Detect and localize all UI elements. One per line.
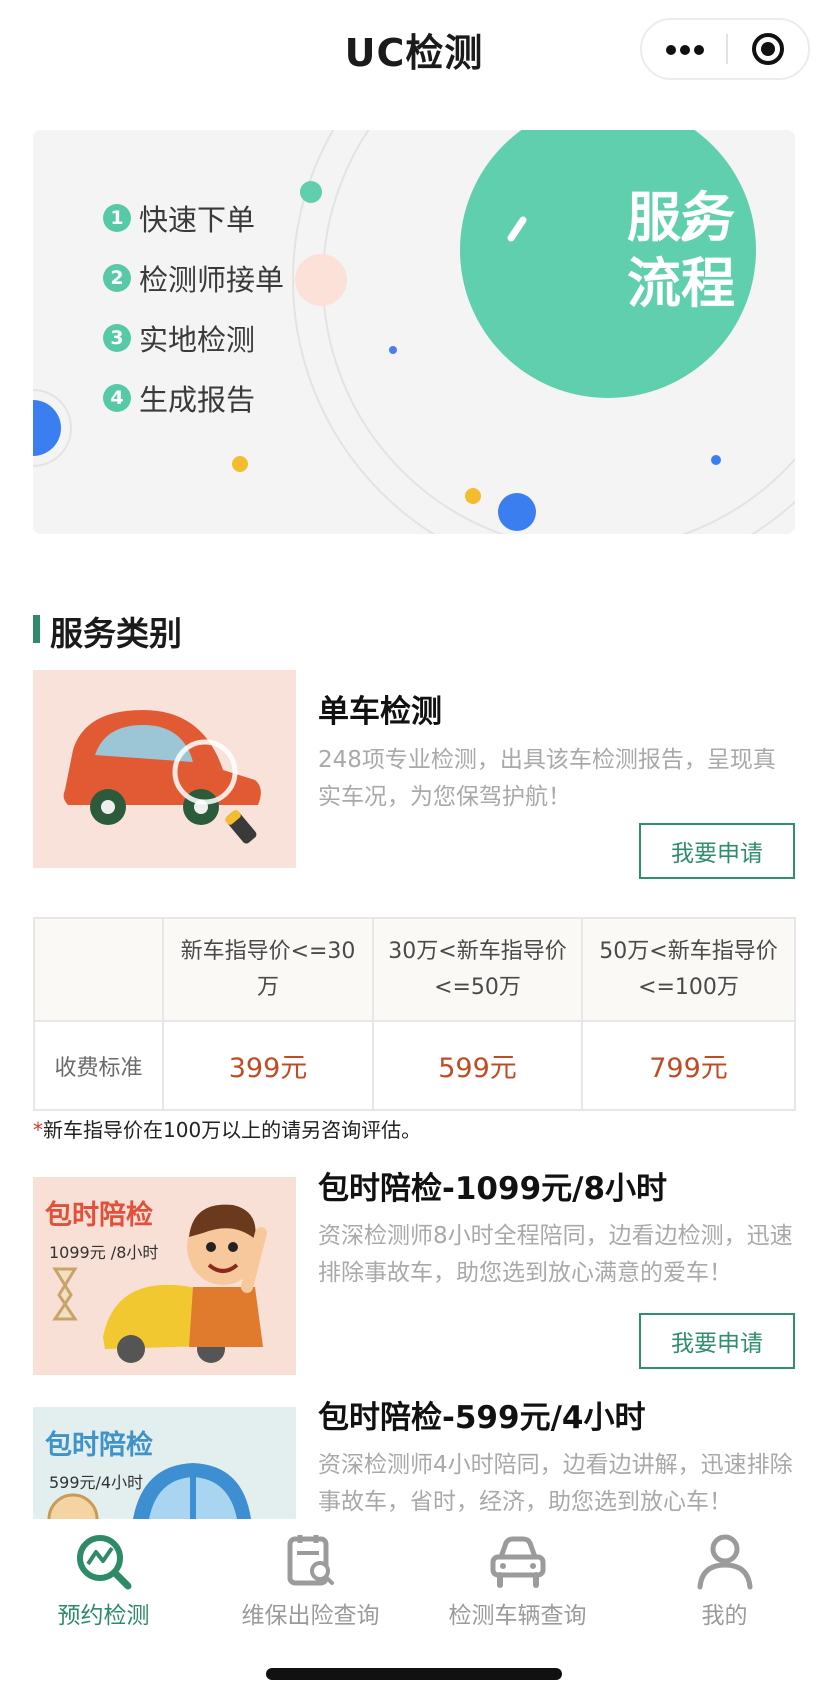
price-cell: 599元 [438,1053,517,1084]
banner-title-line1: 服务 [627,186,735,249]
table-header: 新车指导价<=30万 [164,919,372,1020]
service-process-banner[interactable]: 1 快速下单 2 检测师接单 3 实地检测 4 生成报告 服务 流程 [33,130,795,534]
single-car-inspection-image[interactable] [33,670,296,868]
tab-label: 检测车辆查询 [448,1603,587,1629]
tab-label: 预约检测 [57,1603,150,1629]
close-program-button[interactable] [728,20,808,78]
step-number-icon: 4 [103,384,131,412]
table-header: 50万<新车指导价<=100万 [583,919,794,1020]
banner-title-line2: 流程 [627,252,735,315]
service-description: 资深检测师4小时陪同，边看边讲解，迅速排除事故车，省时，经济，助您选到放心车！ [318,1452,793,1515]
step-number-icon: 2 [103,264,131,292]
service-title: 包时陪检-1099元/8小时 [318,1171,668,1207]
process-step-4: 4 生成报告 [103,378,255,418]
tab-maintenance-claims-query[interactable]: 维保出险查询 [207,1519,414,1639]
process-step-2: 2 检测师接单 [103,258,284,298]
home-indicator [266,1668,562,1680]
step-number-icon: 3 [103,324,131,352]
tab-inspected-vehicle-query[interactable]: 检测车辆查询 [414,1519,621,1639]
user-profile-icon [697,1534,753,1590]
service-title: 包时陪检-599元/4小时 [318,1400,646,1436]
apply-button[interactable]: 我要申请 [639,823,795,879]
step-label: 检测师接单 [139,263,285,297]
inspector-car-illustration [52,1204,267,1363]
step-label: 生成报告 [139,383,256,417]
inspection-search-icon [77,1535,132,1590]
banner-title: 服务 流程 [588,185,774,317]
note-text: 新车指导价在100万以上的请另咨询评估。 [43,1118,422,1142]
price-cell: 399元 [228,1053,308,1084]
tab-label: 我的 [701,1603,748,1629]
nav-bar: UC检测 [0,0,828,100]
car-icon [490,1536,546,1588]
hourly-inspection-8h-image[interactable]: 包时陪检 1099元 /8小时 [33,1177,296,1375]
section-title: 服务类别 [50,614,182,653]
apply-button[interactable]: 我要申请 [639,1313,795,1369]
table-row-label: 收费标准 [54,1055,143,1081]
asterisk: * [33,1118,43,1142]
step-label: 实地检测 [139,323,256,357]
step-label: 快速下单 [139,203,256,237]
service-description: 248项专业检测，出具该车检测报告，呈现真实车况，为您保驾护航！ [318,747,776,810]
section-accent-bar [33,615,40,643]
tab-label: 维保出险查询 [241,1603,380,1629]
table-header: 30万<新车指导价<=50万 [374,919,581,1020]
window-illustration [47,1463,251,1519]
hourly-inspection-4h-image[interactable]: 包时陪检 599元/4小时 [33,1407,296,1519]
table-header-empty [35,919,162,1020]
process-step-3: 3 实地检测 [103,318,255,358]
car-magnifier-illustration [63,710,261,844]
service-title: 单车检测 [318,694,442,730]
tab-mine[interactable]: 我的 [621,1519,828,1639]
calendar-search-icon [287,1535,334,1586]
price-note: *新车指导价在100万以上的请另咨询评估。 [33,1114,421,1143]
step-number-icon: 1 [103,204,131,232]
mini-program-capsule [640,18,810,80]
price-table: 新车指导价<=30万 30万<新车指导价<=50万 50万<新车指导价<=100… [33,917,796,1111]
service-description: 资深检测师8小时全程陪同，边看边检测，迅速排除事故车，助您选到放心满意的爱车！ [318,1223,793,1286]
process-step-1: 1 快速下单 [103,198,255,238]
price-cell: 799元 [649,1053,728,1084]
tab-booking-inspection[interactable]: 预约检测 [0,1519,207,1639]
more-menu-button[interactable] [642,20,726,78]
